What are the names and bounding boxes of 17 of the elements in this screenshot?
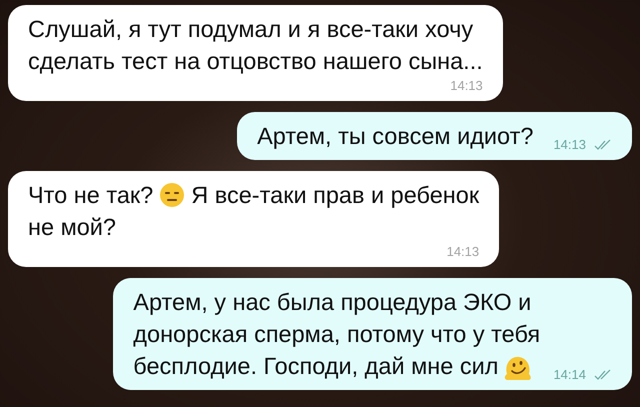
double-check-icon bbox=[594, 369, 612, 381]
message-time: 14:13 bbox=[450, 77, 483, 95]
message-text: Что не так? bbox=[28, 181, 154, 210]
message-time: 14:13 bbox=[553, 136, 586, 154]
message-text: сделать тест на отцовство нашего сына... bbox=[28, 47, 483, 76]
message-text: Артем, у нас была процедура ЭКО и bbox=[133, 288, 532, 317]
message-text: Я все-таки прав и ребенок bbox=[191, 181, 480, 210]
expressionless-face-icon bbox=[159, 182, 186, 208]
message-text: Артем, ты совсем идиот? bbox=[257, 122, 534, 151]
message-time: 14:14 bbox=[553, 366, 586, 384]
message-text: Слушай, я тут подумал и я все-таки хочу bbox=[28, 15, 474, 44]
message-text: бесплодие. Господи, дай мне сил bbox=[133, 352, 498, 381]
message-time: 14:13 bbox=[446, 243, 480, 261]
message-text: не мой? bbox=[28, 213, 116, 242]
message-text: донорская сперма, потому что у тебя bbox=[133, 320, 540, 349]
double-check-icon bbox=[594, 139, 612, 151]
melting-face-icon bbox=[503, 354, 534, 382]
